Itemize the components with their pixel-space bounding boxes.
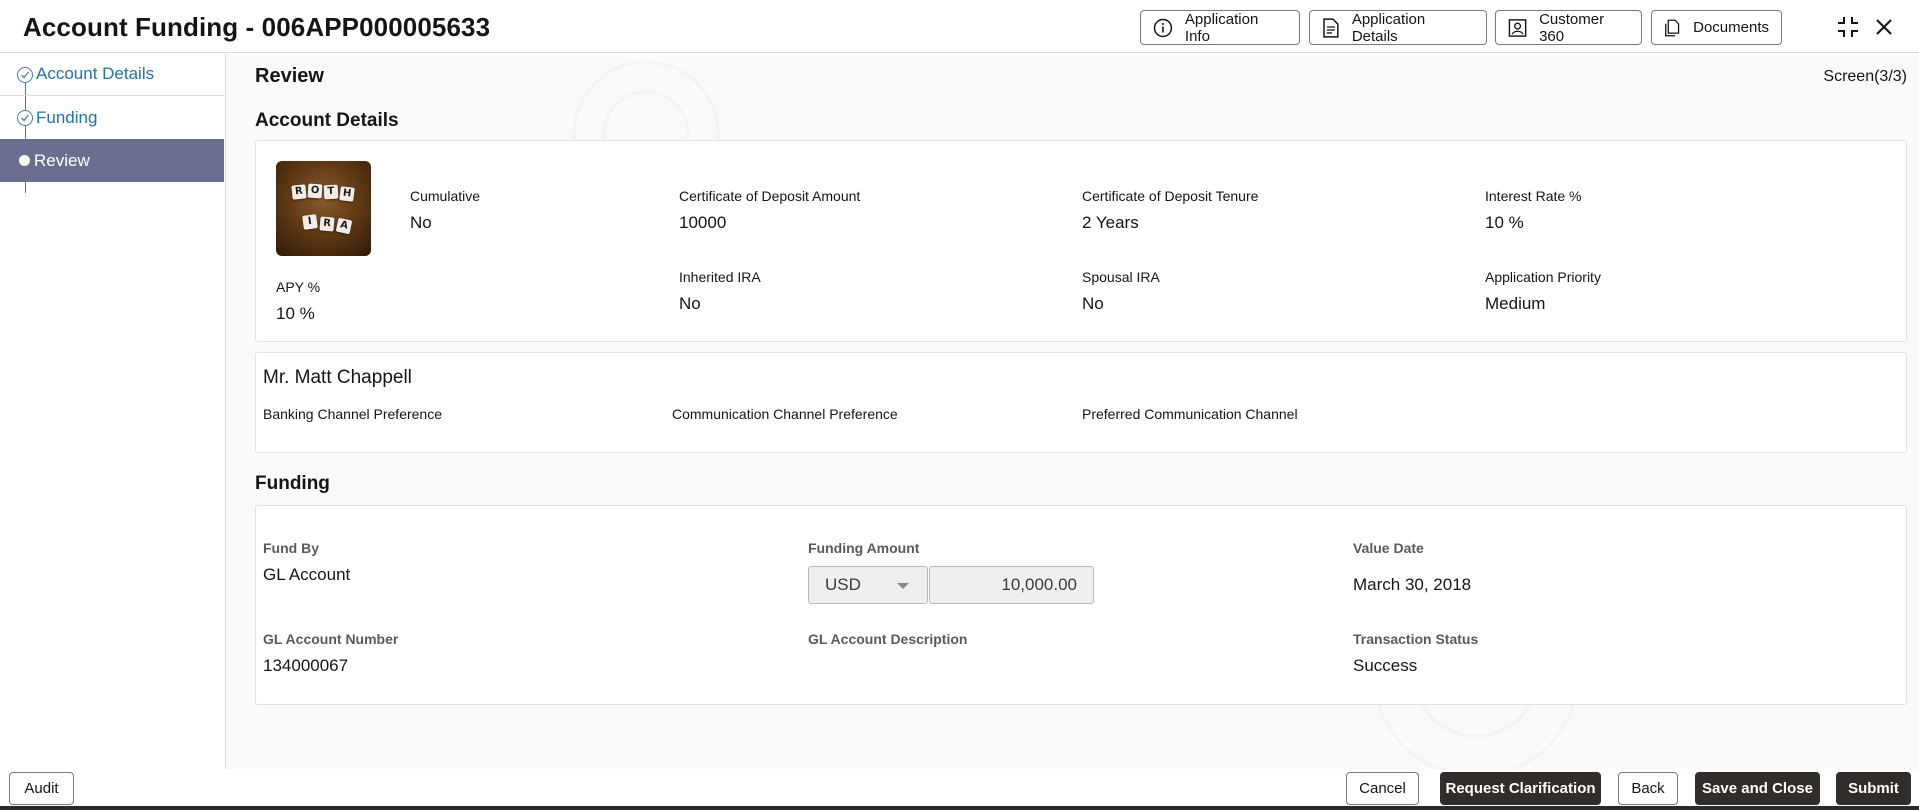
- image-tile: R: [319, 216, 335, 232]
- funding-amount-field[interactable]: 10,000.00: [929, 566, 1094, 604]
- documents-button[interactable]: Documents: [1651, 10, 1782, 45]
- user-card-icon: [1508, 18, 1527, 37]
- check-icon: [17, 67, 33, 83]
- save-and-close-button[interactable]: Save and Close: [1695, 772, 1820, 805]
- request-clarification-button[interactable]: Request Clarification: [1440, 772, 1601, 805]
- info-icon: [1153, 18, 1173, 37]
- inherited-ira-label: Inherited IRA: [679, 269, 761, 285]
- interest-rate-label: Interest Rate %: [1485, 188, 1582, 204]
- sidebar-item-label: Funding: [36, 107, 98, 127]
- interest-rate-value: 10 %: [1485, 213, 1524, 232]
- account-details-card: R O T H I R A Cumulative No Certificate …: [255, 140, 1907, 342]
- inherited-ira-value: No: [679, 294, 701, 313]
- communication-channel-label: Communication Channel Preference: [672, 406, 898, 422]
- page-title: Account Funding - 006APP000005633: [23, 12, 491, 42]
- cumulative-label: Cumulative: [410, 188, 481, 204]
- application-details-label: Application Details: [1351, 10, 1426, 45]
- fund-by-label: Fund By: [263, 540, 319, 556]
- preferred-channel-label: Preferred Communication Channel: [1082, 406, 1298, 422]
- check-icon: [17, 110, 33, 126]
- sidebar-item-funding[interactable]: Funding: [0, 96, 224, 139]
- banking-channel-label: Banking Channel Preference: [263, 406, 443, 422]
- funding-amount-label: Funding Amount: [808, 540, 920, 556]
- application-info-button[interactable]: Application Info: [1140, 10, 1300, 45]
- review-heading: Review: [255, 65, 324, 87]
- image-tile: I: [302, 214, 318, 230]
- chevron-down-icon: [897, 583, 909, 589]
- funding-amount-value: 10,000.00: [1001, 575, 1077, 594]
- image-tile: A: [335, 217, 353, 235]
- sidebar-item-label: Review: [34, 150, 90, 170]
- sidebar-item-label: Account Details: [36, 64, 155, 83]
- image-tile: O: [307, 183, 323, 199]
- customer-name: Mr. Matt Chappell: [263, 367, 412, 388]
- application-priority-value: Medium: [1485, 294, 1546, 313]
- value-date-label: Value Date: [1353, 540, 1424, 556]
- gl-account-number-label: GL Account Number: [263, 631, 399, 647]
- account-details-section-title: Account Details: [255, 110, 399, 131]
- value-date-value: March 30, 2018: [1353, 575, 1472, 594]
- gl-account-number-value: 134000067: [263, 656, 349, 675]
- back-button[interactable]: Back: [1618, 772, 1678, 805]
- cumulative-value: No: [410, 213, 432, 232]
- gl-account-description-label: GL Account Description: [808, 631, 968, 647]
- apy-value: 10 %: [276, 304, 315, 323]
- close-icon[interactable]: [1871, 14, 1897, 40]
- minimize-icon[interactable]: [1835, 14, 1861, 40]
- product-image: R O T H I R A: [276, 161, 371, 256]
- application-info-label: Application Info: [1184, 10, 1259, 45]
- spousal-ira-value: No: [1082, 294, 1104, 313]
- train-stop-sidebar: Account Details Funding Review: [0, 53, 226, 769]
- submit-button[interactable]: Submit: [1836, 772, 1911, 805]
- cd-amount-label: Certificate of Deposit Amount: [679, 188, 861, 204]
- image-tile: T: [323, 184, 339, 200]
- fund-by-value: GL Account: [263, 565, 351, 584]
- audit-button[interactable]: Audit: [9, 772, 74, 805]
- image-tile: R: [291, 184, 307, 200]
- apy-label: APY %: [276, 279, 321, 295]
- sidebar-item-review[interactable]: Review: [0, 139, 224, 182]
- main-content: Review Screen(3/3) Account Details R O T…: [226, 54, 1919, 769]
- funding-section-title: Funding: [255, 473, 330, 494]
- customer-card: Mr. Matt Chappell Banking Channel Prefer…: [255, 352, 1907, 453]
- documents-label: Documents: [1693, 19, 1769, 36]
- sidebar-item-account-details[interactable]: Account Details: [0, 53, 224, 96]
- cd-tenure-label: Certificate of Deposit Tenure: [1082, 188, 1259, 204]
- documents-icon: [1665, 19, 1680, 36]
- cd-tenure-value: 2 Years: [1082, 213, 1139, 232]
- header: Account Funding - 006APP000005633 Applic…: [0, 0, 1919, 53]
- current-step-icon: [19, 155, 30, 166]
- customer-360-button[interactable]: Customer 360: [1495, 10, 1642, 45]
- funding-card: Fund By GL Account Funding Amount USD 10…: [255, 505, 1907, 705]
- transaction-status-label: Transaction Status: [1353, 631, 1479, 647]
- spousal-ira-label: Spousal IRA: [1082, 269, 1160, 285]
- application-details-button[interactable]: Application Details: [1309, 10, 1487, 45]
- image-tile: H: [339, 186, 355, 202]
- document-icon: [1323, 17, 1339, 38]
- application-priority-label: Application Priority: [1485, 269, 1601, 285]
- screen-indicator: Screen(3/3): [1823, 68, 1907, 85]
- currency-value: USD: [825, 575, 861, 594]
- customer-360-label: Customer 360: [1539, 10, 1605, 45]
- footer-divider: [0, 806, 1919, 810]
- cd-amount-value: 10000: [679, 213, 727, 232]
- transaction-status-value: Success: [1353, 656, 1418, 675]
- footer: Audit Cancel Request Clarification Back …: [0, 769, 1919, 810]
- cancel-button[interactable]: Cancel: [1346, 772, 1419, 805]
- currency-select[interactable]: USD: [808, 566, 928, 604]
